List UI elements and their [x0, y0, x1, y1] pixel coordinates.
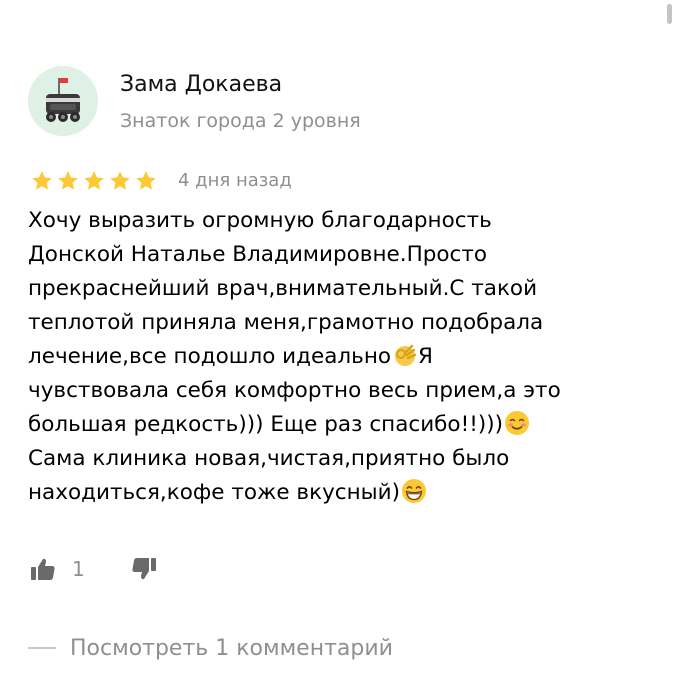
star-icon [84, 171, 104, 190]
star-icon [32, 171, 52, 190]
grinning-face-icon [402, 479, 427, 503]
thumbs-down-icon [132, 558, 156, 580]
review-line: чувствовала себя комфортно весь прием,а … [28, 378, 561, 403]
like-count: 1 [72, 557, 85, 581]
review-line-with-emoji: лечение,все подошло идеально Я [28, 340, 648, 374]
review-line: Донской Наталье Владимировне.Просто [28, 242, 488, 267]
rating-stars [30, 168, 160, 194]
star-icon [136, 171, 156, 190]
review-line: Сама клиника новая,чистая,приятно было [28, 446, 510, 471]
like-button[interactable] [28, 554, 58, 584]
avatar[interactable] [28, 66, 98, 136]
ok-hand-icon [395, 344, 417, 366]
review-line: Хочу выразить огромную благодарность [28, 208, 492, 233]
star-icon [110, 171, 130, 190]
review-line: прекраснейший врач,внимательный.С такой [28, 276, 538, 301]
review-reactions: 1 [28, 552, 159, 586]
review-text-fragment: лечение,все подошло идеально [28, 344, 392, 369]
delivery-robot-icon [46, 78, 80, 122]
review-text-fragment: Я [418, 344, 433, 369]
review-text-fragment: большая редкость))) Еще раз спасибо!!))) [28, 412, 503, 437]
author-level: Знаток города 2 уровня [120, 110, 361, 132]
review-date: 4 дня назад [178, 170, 292, 191]
review-line: теплотой приняла меня,грамотно подобрала [28, 310, 544, 335]
review-line-with-emoji: находиться,кофе тоже вкусный) [28, 476, 648, 510]
star-icon [58, 171, 78, 190]
view-comments-label: Посмотреть 1 комментарий [70, 635, 393, 661]
scroll-indicator[interactable] [667, 4, 672, 24]
view-comments-link[interactable]: Посмотреть 1 комментарий [28, 632, 393, 664]
review-line-with-emoji: большая редкость))) Еще раз спасибо!!))) [28, 408, 648, 442]
review-text: Хочу выразить огромную благодарность Дон… [28, 204, 648, 510]
divider-dash [28, 647, 56, 649]
dislike-button[interactable] [129, 554, 159, 584]
smiling-face-icon [504, 411, 529, 435]
review-text-fragment: находиться,кофе тоже вкусный) [28, 480, 401, 505]
author-name[interactable]: Зама Докаева [120, 72, 282, 97]
thumbs-up-icon [31, 558, 55, 580]
